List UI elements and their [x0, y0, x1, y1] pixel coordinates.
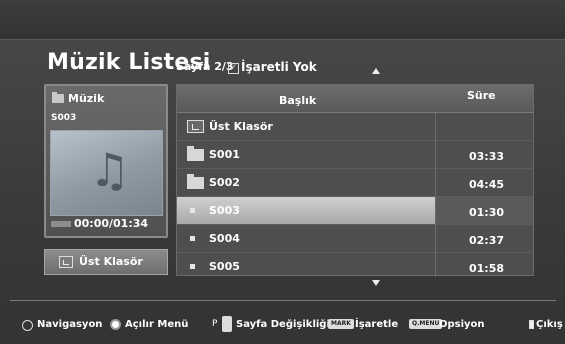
row-name: S001 [209, 148, 240, 161]
page-up-down-icon [222, 316, 232, 332]
info-file-name: S003 [51, 113, 77, 123]
list-row[interactable]: S001 03:33 [177, 141, 533, 169]
row-name: S004 [209, 232, 240, 245]
row-name: Üst Klasör [209, 120, 273, 133]
help-mark: İşaretle [355, 319, 399, 330]
playback-time: 00:00/01:34 [74, 217, 149, 230]
scroll-up-arrow-icon[interactable] [372, 68, 380, 74]
list-row-selected[interactable]: S003 01:30 [177, 197, 533, 225]
help-option: Opsiyon [439, 319, 485, 330]
folder-icon [52, 92, 64, 103]
info-folder-label: Müzik [68, 92, 105, 105]
page-indicator: Sayfa 2/3 [176, 60, 234, 73]
music-list-screen: Müzik Listesi Sayfa 2/3 ✓ İşaretli Yok M… [0, 0, 565, 344]
file-list: Başlık Süre Üst Klasör S001 03:33 S002 0… [176, 84, 534, 277]
now-playing-panel: Müzik S003 ♫ 00:00/01:34 [44, 84, 168, 238]
up-folder-icon [59, 256, 73, 268]
up-folder-icon [187, 120, 204, 133]
progress-bar [51, 221, 71, 227]
row-duration: 03:33 [469, 150, 505, 163]
help-navigate: Navigasyon [37, 319, 103, 330]
music-file-icon [190, 264, 195, 269]
up-folder-button-label: Üst Klasör [79, 255, 143, 268]
music-file-icon [190, 208, 195, 213]
folder-icon [187, 146, 204, 161]
list-row[interactable]: S004 02:37 [177, 225, 533, 253]
up-folder-button[interactable]: Üst Klasör [44, 249, 168, 275]
column-duration: Süre [467, 89, 496, 102]
scroll-down-arrow-icon[interactable] [372, 280, 380, 286]
column-divider [435, 113, 436, 277]
folder-icon [187, 174, 204, 189]
help-page-change: Sayfa Değişikliği [236, 319, 330, 330]
music-note-icon: ♫ [89, 143, 131, 197]
navigation-icon [22, 320, 33, 331]
music-file-icon [190, 236, 195, 241]
row-duration: 02:37 [469, 234, 505, 247]
row-duration: 01:58 [469, 262, 505, 275]
help-popup-menu: Açılır Menü [125, 319, 189, 330]
row-name: S005 [209, 260, 240, 273]
row-name: S002 [209, 176, 240, 189]
list-row[interactable]: S005 01:58 [177, 253, 533, 281]
exit-button-icon [529, 320, 534, 329]
help-exit: Çıkış [536, 319, 563, 330]
list-row-up-folder[interactable]: Üst Klasör [177, 113, 533, 141]
row-name: S003 [209, 204, 240, 217]
list-header: Başlık Süre [177, 85, 533, 113]
ok-button-icon [110, 319, 121, 330]
top-band [0, 0, 565, 40]
mark-button-icon: MARK [328, 319, 354, 329]
row-duration: 04:45 [469, 178, 505, 191]
album-art: ♫ [50, 130, 163, 216]
list-row[interactable]: S002 04:45 [177, 169, 533, 197]
row-duration: 01:30 [469, 206, 505, 219]
mark-status: İşaretli Yok [241, 60, 317, 74]
qmenu-button-icon: Q.MENU [409, 319, 443, 329]
column-title: Başlık [279, 94, 317, 107]
page-change-prefix: P [212, 319, 218, 329]
checkmark-icon: ✓ [228, 63, 239, 74]
help-bar: Navigasyon Açılır Menü P Sayfa Değişikli… [10, 300, 563, 344]
